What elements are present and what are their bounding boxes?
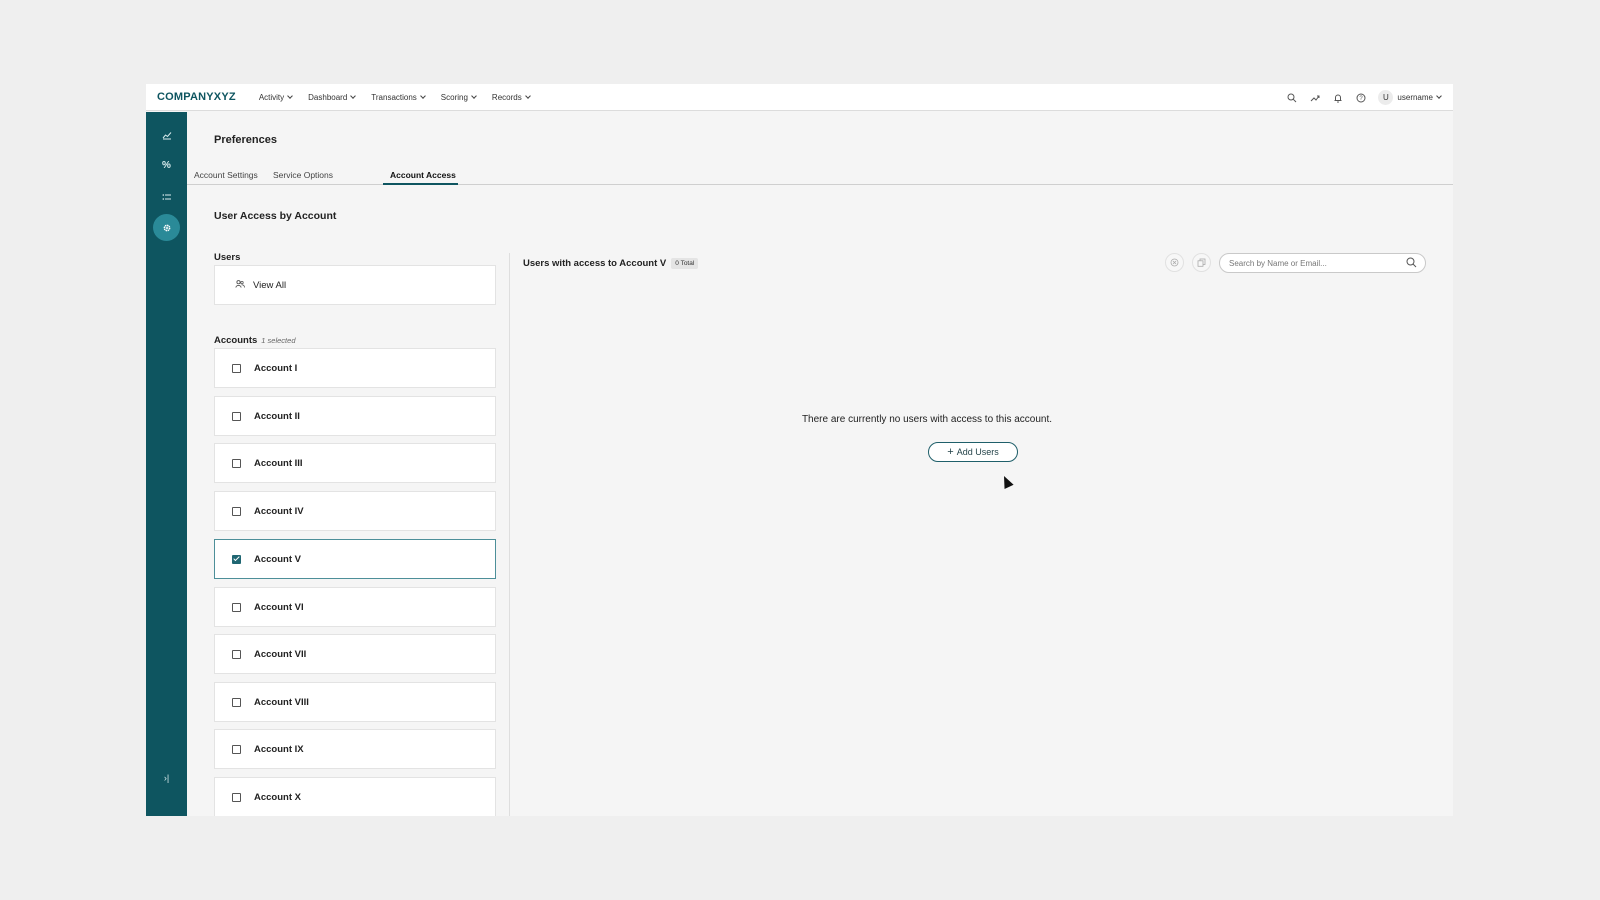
sidebar: % ›| [146, 112, 187, 816]
total-badge: 0 Total [671, 258, 699, 269]
search-icon[interactable] [1406, 257, 1417, 271]
tab-account-access[interactable]: Account Access [390, 170, 456, 180]
access-panel-title-text: Users with access to Account V [523, 258, 667, 269]
search-icon[interactable] [1280, 84, 1303, 111]
account-label: Account II [254, 410, 300, 422]
nav-dashboard-label: Dashboard [308, 92, 348, 102]
section-title: User Access by Account [214, 210, 337, 222]
account-label: Account VII [254, 648, 307, 660]
account-label: Account VI [254, 601, 304, 613]
empty-state-message: There are currently no users with access… [801, 414, 1053, 425]
main-nav: Activity Dashboard Transactions Scoring … [259, 93, 546, 102]
chevron-down-icon [287, 92, 293, 99]
account-label: Account I [254, 362, 298, 374]
sidebar-item-analytics[interactable] [153, 121, 180, 148]
panel-divider [509, 253, 510, 816]
search-box [1219, 253, 1426, 273]
user-name-label: username [1397, 93, 1433, 102]
account-checkbox[interactable] [232, 744, 241, 754]
nav-activity-label: Activity [258, 92, 285, 102]
account-label: Account VIII [254, 696, 309, 708]
accounts-label: Accounts 1 selected [214, 335, 296, 346]
account-item[interactable]: Account I [214, 348, 496, 388]
tab-bar: Account Settings Service Options Account… [187, 162, 1453, 185]
account-checkbox[interactable] [232, 792, 241, 802]
expand-icon: ›| [163, 772, 170, 783]
selected-count: 1 selected [261, 336, 296, 345]
copy-icon[interactable] [1192, 253, 1211, 272]
chevron-down-icon [350, 92, 357, 99]
account-item[interactable]: Account VIII [214, 682, 496, 722]
account-checkbox[interactable] [232, 697, 241, 707]
nav-transactions[interactable]: Transactions [371, 92, 426, 102]
account-checkbox-checked[interactable] [232, 554, 241, 564]
mouse-cursor [999, 473, 1014, 489]
chevron-down-icon [419, 92, 426, 99]
account-item[interactable]: Account IX [214, 729, 496, 769]
access-panel-title: Users with access to Account V 0 Total [523, 258, 699, 269]
search-input[interactable] [1229, 258, 1399, 268]
chart-icon [162, 131, 171, 139]
add-users-button[interactable]: + Add Users [928, 442, 1018, 462]
account-checkbox[interactable] [232, 363, 241, 373]
account-item[interactable]: Account VII [214, 634, 496, 674]
nav-records[interactable]: Records [491, 92, 531, 102]
app-window: COMPANYXYZ Activity Dashboard Transactio… [146, 84, 1453, 816]
percent-icon: % [162, 160, 171, 171]
chevron-down-icon [471, 92, 477, 99]
tab-account-settings[interactable]: Account Settings [194, 170, 258, 180]
account-item[interactable]: Account II [214, 396, 496, 436]
nav-records-label: Records [491, 92, 522, 102]
tab-service-options[interactable]: Service Options [273, 170, 333, 180]
sidebar-item-percent[interactable]: % [153, 152, 180, 179]
account-checkbox[interactable] [232, 506, 241, 516]
page-title: Preferences [214, 134, 277, 146]
avatar[interactable]: U [1378, 90, 1394, 105]
users-label: Users [214, 252, 241, 263]
account-item-selected[interactable]: Account V [214, 539, 496, 579]
chevron-down-icon [1436, 93, 1442, 99]
trending-icon[interactable] [1303, 84, 1326, 111]
add-users-label: Add Users [956, 447, 999, 457]
view-all-label: View All [253, 279, 287, 291]
account-item[interactable]: Account X [214, 777, 496, 816]
nav-scoring-label: Scoring [440, 92, 468, 102]
sidebar-expand-button[interactable]: ›| [153, 764, 180, 791]
nav-activity[interactable]: Activity [258, 92, 293, 102]
nav-transactions-label: Transactions [371, 92, 417, 102]
gear-icon [163, 224, 170, 231]
account-label: Account IV [254, 505, 304, 517]
account-label: Account X [254, 791, 301, 803]
account-item[interactable]: Account IV [214, 491, 496, 531]
nav-scoring[interactable]: Scoring [440, 92, 477, 102]
user-menu[interactable]: username [1397, 93, 1442, 102]
account-checkbox[interactable] [232, 458, 241, 468]
sidebar-item-settings[interactable] [153, 214, 180, 241]
topbar-actions: ? U username [1280, 84, 1442, 111]
account-checkbox[interactable] [232, 602, 241, 612]
account-label: Account V [254, 553, 301, 565]
active-tab-indicator [383, 183, 458, 185]
company-logo[interactable]: COMPANYXYZ [157, 91, 236, 103]
account-item[interactable]: Account III [214, 443, 496, 483]
bell-icon[interactable] [1326, 84, 1349, 111]
account-checkbox[interactable] [232, 649, 241, 659]
accounts-label-text: Accounts [214, 335, 258, 346]
help-icon[interactable]: ? [1349, 84, 1372, 111]
account-label: Account III [254, 457, 303, 469]
plus-icon: + [947, 445, 954, 458]
remove-icon[interactable] [1165, 253, 1184, 272]
sidebar-item-tasks[interactable] [153, 183, 180, 210]
nav-dashboard[interactable]: Dashboard [308, 92, 357, 102]
view-all-users-button[interactable]: View All [214, 265, 496, 305]
account-label: Account IX [254, 743, 304, 755]
chevron-down-icon [524, 92, 531, 99]
account-checkbox[interactable] [232, 411, 241, 421]
top-navigation-bar: COMPANYXYZ Activity Dashboard Transactio… [146, 84, 1453, 111]
users-icon [235, 280, 245, 290]
checklist-icon [162, 193, 171, 200]
account-item[interactable]: Account VI [214, 587, 496, 627]
